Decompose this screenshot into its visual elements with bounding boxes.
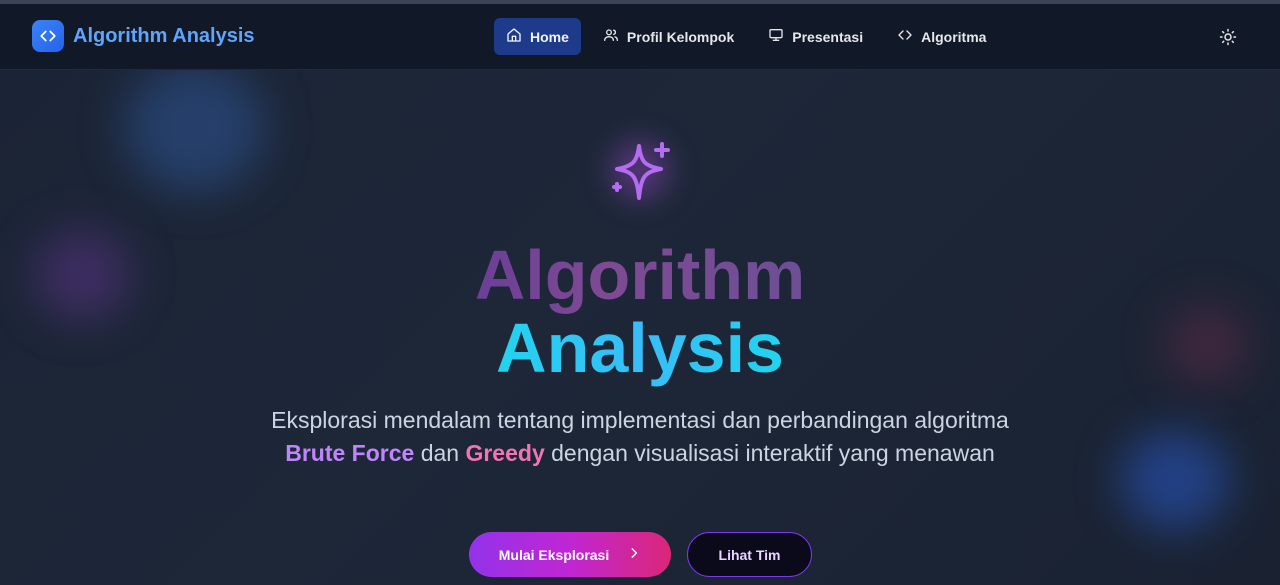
code-icon: [32, 20, 64, 52]
code-icon: [897, 27, 913, 46]
sun-icon: [1219, 28, 1237, 50]
brand-link[interactable]: Algorithm Analysis: [32, 20, 255, 52]
nav-item-presentasi[interactable]: Presentasi: [756, 18, 875, 55]
button-label: Mulai Eksplorasi: [498, 546, 610, 563]
theme-toggle-button[interactable]: [1219, 28, 1237, 46]
nav-item-label: Profil Kelompok: [626, 28, 735, 45]
nav-item-label: Presentasi: [792, 28, 864, 45]
decorative-blob: [1120, 430, 1230, 530]
hero-title-line-1: Algorithm: [474, 236, 806, 314]
nav-item-label: Home: [530, 28, 569, 45]
hero-title-line-2: Analysis: [496, 309, 784, 387]
view-team-button[interactable]: Lihat Tim: [687, 532, 812, 577]
chevron-right-icon: [627, 546, 641, 563]
nav-menu: Home Profil Kelompok Presentasi Algoritm…: [494, 18, 998, 55]
brand-title: Algorithm Analysis: [73, 24, 255, 47]
home-icon: [506, 27, 522, 46]
monitor-icon: [768, 27, 784, 46]
highlight-greedy: Greedy: [465, 439, 545, 466]
hero-description: Eksplorasi mendalam tentang implementasi…: [271, 407, 1009, 466]
sparkles-icon: [609, 140, 673, 204]
highlight-brute-force: Brute Force: [285, 439, 415, 466]
button-label: Lihat Tim: [718, 546, 781, 563]
decorative-blob: [125, 62, 265, 192]
nav-item-label: Algoritma: [921, 28, 987, 45]
nav-item-home[interactable]: Home: [494, 18, 581, 55]
start-exploring-button[interactable]: Mulai Eksplorasi: [469, 532, 671, 577]
nav-item-profil-kelompok[interactable]: Profil Kelompok: [591, 18, 746, 55]
top-navbar: Algorithm Analysis Home Profil Kelompok …: [0, 4, 1280, 70]
nav-item-algoritma[interactable]: Algoritma: [885, 18, 998, 55]
users-icon: [603, 27, 619, 46]
